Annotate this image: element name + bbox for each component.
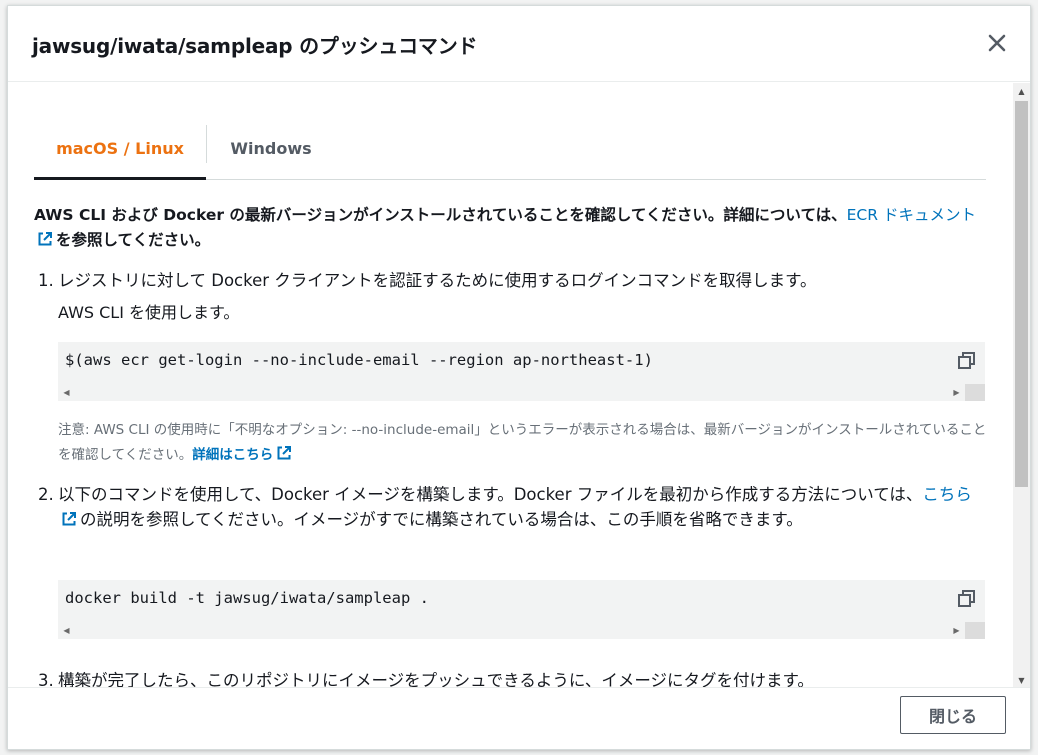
scroll-left-icon[interactable]: ◀ bbox=[58, 622, 75, 639]
close-button[interactable]: 閉じる bbox=[900, 696, 1006, 734]
step-sub-text: AWS CLI を使用します。 bbox=[58, 303, 240, 322]
step-number: 1. bbox=[38, 271, 54, 290]
scroll-left-icon[interactable]: ◀ bbox=[58, 384, 75, 401]
step-number: 3. bbox=[38, 671, 54, 689]
modal-body: macOS / Linux Windows AWS CLI および Docker… bbox=[8, 83, 1016, 689]
step-2: 2. 以下のコマンドを使用して、Docker イメージを構築します。Docker… bbox=[38, 482, 988, 562]
scroll-thumb[interactable] bbox=[1015, 101, 1028, 487]
code-text[interactable]: docker build -t jawsug/iwata/sampleap . bbox=[65, 589, 429, 607]
intro-text: AWS CLI および Docker の最新バージョンがインストールされているこ… bbox=[34, 206, 847, 224]
horizontal-scrollbar[interactable]: ◀ ▶ bbox=[58, 622, 985, 639]
dockerfile-guide-link[interactable]: こちら bbox=[922, 485, 972, 504]
push-commands-modal: jawsug/iwata/sampleap のプッシュコマンド macOS / … bbox=[7, 5, 1031, 750]
intro-paragraph: AWS CLI および Docker の最新バージョンがインストールされているこ… bbox=[34, 203, 994, 255]
step-number: 2. bbox=[38, 485, 54, 504]
scrollbar-corner bbox=[965, 622, 985, 639]
modal-footer: 閉じる bbox=[8, 687, 1030, 749]
ecr-docs-link[interactable]: ECR ドキュメント bbox=[847, 206, 976, 224]
code-block-login: $(aws ecr get-login --no-include-email -… bbox=[58, 342, 985, 401]
modal-header: jawsug/iwata/sampleap のプッシュコマンド bbox=[8, 6, 1030, 82]
horizontal-scrollbar[interactable]: ◀ ▶ bbox=[58, 384, 985, 401]
os-tabs: macOS / Linux Windows bbox=[34, 117, 986, 180]
tab-macos-linux[interactable]: macOS / Linux bbox=[34, 117, 206, 179]
external-link-icon bbox=[61, 509, 77, 534]
scroll-right-icon[interactable]: ▶ bbox=[948, 384, 965, 401]
scroll-right-icon[interactable]: ▶ bbox=[948, 622, 965, 639]
external-link-icon bbox=[276, 445, 292, 470]
step-1: 1. レジストリに対して Docker クライアントを認証するために使用するログ… bbox=[38, 268, 988, 328]
external-link-icon bbox=[37, 230, 53, 255]
scrollbar-corner bbox=[965, 384, 985, 401]
tab-windows[interactable]: Windows bbox=[207, 117, 335, 179]
intro-suffix: を参照してください。 bbox=[56, 231, 211, 249]
vertical-scrollbar[interactable]: ▲ ▼ bbox=[1013, 83, 1030, 689]
active-tab-indicator bbox=[34, 177, 206, 180]
step-3: 3. 構築が完了したら、このリポジトリにイメージをプッシュできるように、イメージ… bbox=[38, 668, 988, 689]
modal-title: jawsug/iwata/sampleap のプッシュコマンド bbox=[32, 34, 478, 58]
step-text: 構築が完了したら、このリポジトリにイメージをプッシュできるように、イメージにタグ… bbox=[58, 671, 814, 689]
cli-note: 注意: AWS CLI の使用時に「不明なオプション: --no-include… bbox=[58, 418, 988, 470]
code-block-build: docker build -t jawsug/iwata/sampleap . … bbox=[58, 580, 985, 639]
step-text-after: の説明を参照してください。イメージがすでに構築されている場合は、この手順を省略で… bbox=[80, 510, 803, 529]
details-link[interactable]: 詳細はこちら bbox=[192, 447, 273, 463]
step-text: 以下のコマンドを使用して、Docker イメージを構築します。Docker ファ… bbox=[58, 482, 978, 534]
step-text-before: 以下のコマンドを使用して、Docker イメージを構築します。Docker ファ… bbox=[58, 485, 923, 504]
code-text[interactable]: $(aws ecr get-login --no-include-email -… bbox=[65, 351, 653, 369]
step-text: レジストリに対して Docker クライアントを認証するために使用するログインコ… bbox=[58, 271, 817, 290]
copy-icon[interactable] bbox=[956, 350, 978, 372]
scroll-up-icon[interactable]: ▲ bbox=[1013, 83, 1030, 100]
copy-icon[interactable] bbox=[956, 588, 978, 610]
close-icon[interactable] bbox=[986, 32, 1008, 54]
